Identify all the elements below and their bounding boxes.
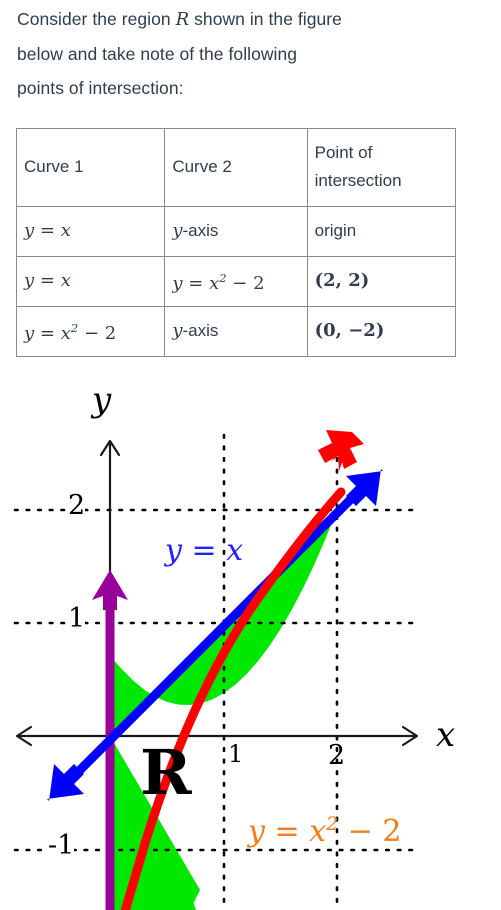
prompt-line1-part1: Consider the region <box>17 9 176 29</box>
r3c2-y: y <box>172 320 183 341</box>
blue-arrowhead-lower-icon <box>47 764 84 801</box>
r2c1-eq: = <box>39 270 55 291</box>
label-line-y-equals-x: y = x <box>165 533 243 568</box>
r3c1-tail: − 2 <box>83 323 117 344</box>
r2c2-y: y <box>172 273 183 294</box>
prompt-region-symbol: R <box>175 9 190 30</box>
r2c1-y: y <box>24 270 35 291</box>
cell-curve1-row3: y = x2 − 2 <box>15 306 166 357</box>
cell-curve1-row1: y = x <box>15 206 166 257</box>
r2c2-exponent: 2 <box>219 271 227 285</box>
cell-point-row1: origin <box>306 206 457 257</box>
intersection-table-wrapper: Curve 1 Curve 2 Point of intersection y … <box>15 128 457 357</box>
r2c2-tail: − 2 <box>232 273 265 294</box>
prompt-line3: points of intersection: <box>17 78 184 98</box>
r2c2-eq: = <box>188 273 204 294</box>
cell-curve1-row2: y = x <box>15 256 166 307</box>
cell-curve2-row2: y = x2 − 2 <box>164 256 308 307</box>
prompt-line1-part2: shown in the figure <box>189 9 342 29</box>
r1c1-x: x <box>60 220 71 241</box>
label-parab-eq: = <box>274 814 300 849</box>
region-label-R: R <box>140 736 192 809</box>
r1c2-y: y <box>172 220 183 241</box>
table-row: y = x y = x2 − 2 (2, 2) <box>15 256 457 307</box>
label-parab-tail: − 2 <box>347 814 402 849</box>
tick-label-y-minus-1: -1 <box>48 830 75 861</box>
label-parab-y: y <box>248 814 265 849</box>
problem-statement: Consider the region R shown in the figur… <box>17 2 487 105</box>
column-header-curve1: Curve 1 <box>15 128 166 207</box>
cell-point-row2: (2, 2) <box>306 256 457 307</box>
r2c1-x: x <box>60 270 71 291</box>
r1c1-y: y <box>24 220 35 241</box>
r1c1-eq: = <box>39 220 55 241</box>
r1c2-axis: -axis <box>182 221 219 240</box>
label-line-y: y <box>165 533 182 568</box>
r3c2-axis: -axis <box>182 321 219 340</box>
page-root: Consider the region R shown in the figur… <box>0 0 501 910</box>
tick-label-x-1: 1 <box>228 740 244 768</box>
cell-point-row3: (0, −2) <box>306 306 457 357</box>
column-header-point-line2: intersection <box>314 171 402 190</box>
column-header-point-of-intersection: Point of intersection <box>306 128 457 207</box>
region-graph: y x 2 1 -1 1 2 R y = x y = x2 − 2 <box>0 370 501 910</box>
cell-curve2-row3: y-axis <box>164 306 308 357</box>
r3c3-point: (0, −2) <box>314 320 385 341</box>
label-parab-exponent: 2 <box>326 813 339 835</box>
y-axis-label: y <box>92 380 112 420</box>
cell-curve2-row1: y-axis <box>164 206 308 257</box>
r3c1-x: x <box>60 323 71 344</box>
r2c2-x: x <box>209 273 220 294</box>
purple-arrowhead-icon <box>92 570 128 610</box>
label-line-eq: = <box>191 533 217 568</box>
table-header-row: Curve 1 Curve 2 Point of intersection <box>15 128 457 207</box>
intersection-table: Curve 1 Curve 2 Point of intersection y … <box>15 128 457 357</box>
r3c1-exponent: 2 <box>70 321 79 335</box>
r1c3-point: origin <box>314 221 357 240</box>
prompt-line2: below and take note of the following <box>17 44 298 64</box>
label-parab-x: x <box>309 814 327 849</box>
blue-arrowhead-upper-icon <box>346 469 383 506</box>
table-row: y = x2 − 2 y-axis (0, −2) <box>15 306 457 357</box>
tick-label-y-2: 2 <box>68 490 86 521</box>
r3c1-y: y <box>24 323 35 344</box>
r2c3-point: (2, 2) <box>314 270 370 291</box>
column-header-point-line1: Point of <box>314 143 373 162</box>
column-header-curve2: Curve 2 <box>164 128 308 207</box>
tick-label-y-1: 1 <box>68 603 86 634</box>
x-axis-label: x <box>436 715 456 755</box>
r3c1-eq: = <box>39 323 55 344</box>
label-line-x: x <box>226 533 244 568</box>
label-curve-parabola: y = x2 − 2 <box>248 813 402 849</box>
table-row: y = x y-axis origin <box>15 206 457 257</box>
tick-label-x-2: 2 <box>328 740 346 771</box>
